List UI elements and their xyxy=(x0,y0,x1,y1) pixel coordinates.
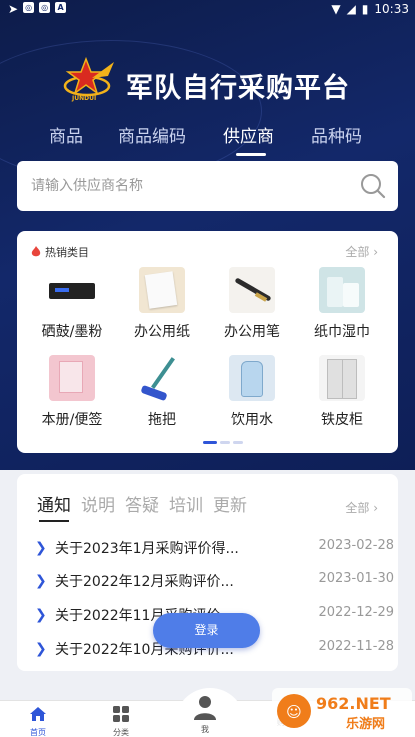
notices-all-link[interactable]: 全部 › xyxy=(345,499,378,516)
tab-supplier[interactable]: 供应商 xyxy=(223,122,274,147)
tab-notice[interactable]: 通知 xyxy=(37,491,71,516)
tab-goods-code[interactable]: 商品编码 xyxy=(118,122,186,147)
chevron-right-icon: ❯ xyxy=(35,607,47,623)
grid-icon xyxy=(113,706,129,722)
category-label: 铁皮柜 xyxy=(321,412,363,428)
office-paper-image xyxy=(139,267,185,313)
chevron-right-icon: ❯ xyxy=(35,641,47,657)
site-watermark: ☺ 962.NET 乐游网 xyxy=(272,688,412,734)
logo-text: JUNDUI xyxy=(71,95,96,102)
tab-faq[interactable]: 答疑 xyxy=(125,491,159,516)
app-notification-icon: ◎ xyxy=(39,2,51,13)
notice-date: 2022-12-29 xyxy=(318,605,394,620)
toner-cartridge-image xyxy=(49,267,95,313)
app-notification-icon: ◎ xyxy=(23,2,35,13)
battery-icon: ▮ xyxy=(361,2,369,16)
nav-home[interactable]: 首页 xyxy=(13,705,63,737)
search-type-tabs: 商品 商品编码 供应商 品种码 xyxy=(0,122,415,158)
navigation-arrow-icon: ➤ xyxy=(8,2,19,16)
nav-category[interactable]: 分类 xyxy=(96,705,146,737)
category-item[interactable]: 硒鼓/墨粉 xyxy=(32,267,112,341)
category-label: 本册/便签 xyxy=(41,412,103,428)
category-item[interactable]: 办公用笔 xyxy=(212,267,292,341)
nav-label: 分类 xyxy=(113,728,129,737)
nav-label: 首页 xyxy=(30,728,46,737)
category-item[interactable]: 本册/便签 xyxy=(32,355,112,429)
category-label: 办公用纸 xyxy=(134,324,190,340)
category-label: 纸巾湿巾 xyxy=(314,324,370,340)
iron-cabinet-image xyxy=(319,355,365,401)
chevron-right-icon: ❯ xyxy=(35,573,47,589)
hot-categories-header: 热销类目 xyxy=(31,244,89,260)
category-label: 硒鼓/墨粉 xyxy=(41,324,103,340)
notice-row[interactable]: ❯ 关于2022年12月采购评价... 2023-01-30 xyxy=(35,571,394,591)
app-notification-icon: A xyxy=(55,2,67,13)
hot-categories-all-link[interactable]: 全部 › xyxy=(345,243,378,260)
office-pen-image xyxy=(229,267,275,313)
notice-date: 2023-01-30 xyxy=(318,571,394,586)
mop-image xyxy=(139,355,185,402)
tab-updates[interactable]: 更新 xyxy=(213,491,247,516)
watermark-subtext: 乐游网 xyxy=(346,716,385,732)
category-item[interactable]: 办公用纸 xyxy=(122,267,202,341)
hot-categories-card: 热销类目 全部 › 硒鼓/墨粉 办公用纸 办公用笔 纸巾湿巾 本册/便签 拖把 … xyxy=(17,231,398,453)
notice-title: 关于2022年12月采购评价... xyxy=(55,574,234,590)
chevron-right-icon: ❯ xyxy=(35,540,47,556)
search-input[interactable] xyxy=(31,161,351,211)
logo-icon: JUNDUI xyxy=(63,56,114,102)
home-icon xyxy=(30,707,46,721)
notice-tabs: 通知 说明 答疑 培训 更新 xyxy=(37,491,247,516)
user-icon xyxy=(194,696,216,720)
category-label: 饮用水 xyxy=(231,412,273,428)
carousel-indicator xyxy=(203,441,243,444)
category-item[interactable]: 铁皮柜 xyxy=(302,355,382,429)
active-tab-indicator xyxy=(39,520,69,522)
status-bar: ➤ ◎ ◎ A ▼ ◢ ▮ 10:33 xyxy=(0,0,415,20)
tab-variety-code[interactable]: 品种码 xyxy=(311,122,362,147)
tab-goods[interactable]: 商品 xyxy=(49,122,83,147)
tab-training[interactable]: 培训 xyxy=(169,491,203,516)
tab-instructions[interactable]: 说明 xyxy=(81,491,115,516)
watermark-text: 962.NET xyxy=(316,694,391,713)
wifi-icon: ▼ xyxy=(331,2,341,16)
notebook-image xyxy=(49,355,95,401)
hot-categories-title: 热销类目 xyxy=(45,246,89,259)
search-box xyxy=(17,161,398,211)
nav-label: 我 xyxy=(201,725,209,734)
category-item[interactable]: 拖把 xyxy=(122,355,202,429)
category-label: 办公用笔 xyxy=(224,324,280,340)
notice-row[interactable]: ❯ 关于2023年1月采购评价得... 2023-02-28 xyxy=(35,538,394,558)
category-item[interactable]: 纸巾湿巾 xyxy=(302,267,382,341)
clock: 10:33 xyxy=(374,2,409,16)
drinking-water-image xyxy=(229,355,275,401)
signal-icon: ◢ xyxy=(346,2,356,16)
flame-icon xyxy=(31,246,41,257)
notice-date: 2022-11-28 xyxy=(318,639,394,654)
app-title: 军队自行采购平台 xyxy=(126,73,350,104)
category-item[interactable]: 饮用水 xyxy=(212,355,292,429)
svg-text:☺: ☺ xyxy=(286,703,302,721)
notice-title: 关于2023年1月采购评价得... xyxy=(55,541,239,557)
active-tab-indicator xyxy=(236,153,266,156)
notice-date: 2023-02-28 xyxy=(318,538,394,553)
tissue-image xyxy=(319,267,365,313)
nav-me[interactable]: 我 xyxy=(180,694,230,735)
category-label: 拖把 xyxy=(148,412,176,428)
search-icon[interactable] xyxy=(360,173,386,199)
login-button[interactable]: 登录 xyxy=(153,613,260,648)
